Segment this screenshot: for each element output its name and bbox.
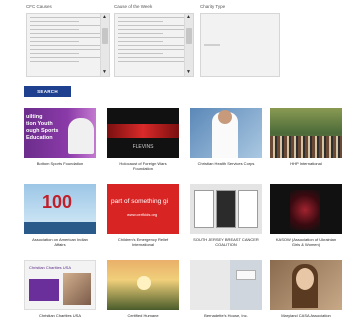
charity-card[interactable]: Christian Health Services Corps	[190, 108, 262, 166]
charity-thumbnail[interactable]: uilting tion Youth ough Sports Education	[24, 108, 96, 158]
charity-name[interactable]: Christian Health Services Corps	[186, 161, 266, 166]
cause-of-week-listbox[interactable]: ▲ ▼	[114, 13, 194, 77]
scroll-down-icon[interactable]: ▼	[102, 70, 107, 75]
charity-thumbnail[interactable]	[190, 184, 262, 234]
charity-thumbnail[interactable]: FLEVINS	[107, 108, 179, 158]
thumbnail-text: Christian Charities USA	[29, 265, 72, 270]
cfc-causes-listbox[interactable]: ▲ ▼	[26, 13, 110, 77]
cfc-causes-scrollbar[interactable]: ▲ ▼	[100, 14, 109, 76]
charity-card[interactable]: Maryland CASA Association	[270, 260, 342, 318]
charity-thumbnail[interactable]	[107, 260, 179, 310]
charity-card[interactable]: SOUTH JERSEY BREAST CANCER COALITION	[190, 184, 262, 247]
scroll-up-icon[interactable]: ▲	[102, 15, 107, 20]
cause-of-week-label: Cause of the Week	[114, 4, 153, 9]
charity-thumbnail[interactable]	[270, 184, 342, 234]
scroll-down-icon[interactable]: ▼	[186, 70, 191, 75]
charity-card[interactable]: 100 Association on American Indian Affai…	[24, 184, 96, 247]
charity-card[interactable]: uilting tion Youth ough Sports Education…	[24, 108, 96, 166]
charity-type-label: Charity Type	[200, 4, 226, 9]
thumbnail-text: uilting tion Youth ough Sports Education	[26, 114, 59, 141]
charity-thumbnail[interactable]: Christian Charities USA	[24, 260, 96, 310]
charity-card[interactable]: Christian Charities USA Christian Charit…	[24, 260, 96, 318]
search-button[interactable]: SEARCH	[24, 86, 71, 97]
charity-card[interactable]: Certified Humane	[107, 260, 179, 318]
charity-thumbnail[interactable]	[190, 260, 262, 310]
thumbnail-url: www.cerfkids.org	[127, 212, 158, 217]
cause-of-week-scrollbar[interactable]: ▲ ▼	[184, 14, 193, 76]
charity-card[interactable]: Bernadette's House, Inc.	[190, 260, 262, 318]
charity-name[interactable]: Holocaust of Foreign Wars Foundation	[103, 161, 183, 171]
filter-panel: CFC Causes ▲ ▼ Cause of the Week ▲ ▼ Cha…	[24, 4, 324, 84]
charity-thumbnail[interactable]	[190, 108, 262, 158]
thumbnail-text: FLEVINS	[132, 144, 154, 150]
charity-thumbnail[interactable]: 100	[24, 184, 96, 234]
charity-name[interactable]: Christian Charities USA	[20, 313, 100, 318]
charity-name[interactable]: Association on American Indian Affairs	[20, 237, 100, 247]
charity-type-listbox[interactable]	[200, 13, 280, 77]
charity-name[interactable]: Bernadette's House, Inc.	[186, 313, 266, 318]
charity-card[interactable]: KASOW (Association of Ukrainian Girls & …	[270, 184, 342, 247]
cfc-causes-label: CFC Causes	[26, 4, 52, 9]
charity-name[interactable]: HHP International	[266, 161, 346, 166]
charity-thumbnail[interactable]	[270, 108, 342, 158]
charity-name[interactable]: Children's Emergency Relief Internationa…	[103, 237, 183, 247]
scroll-up-icon[interactable]: ▲	[186, 15, 191, 20]
charity-card[interactable]: part of something gi www.cerfkids.org Ch…	[107, 184, 179, 247]
charity-name[interactable]: Certified Humane	[103, 313, 183, 318]
charity-thumbnail[interactable]: part of something gi www.cerfkids.org	[107, 184, 179, 234]
charity-thumbnail[interactable]	[270, 260, 342, 310]
charity-name[interactable]: KASOW (Association of Ukrainian Girls & …	[266, 237, 346, 247]
thumbnail-text: part of something gi	[111, 198, 169, 205]
thumbnail-text: 100	[42, 192, 73, 212]
charity-card[interactable]: HHP International	[270, 108, 342, 166]
charity-name[interactable]: SOUTH JERSEY BREAST CANCER COALITION	[186, 237, 266, 247]
charity-name[interactable]: Bottom Sports Foundation	[20, 161, 100, 166]
charity-card[interactable]: FLEVINS Holocaust of Foreign Wars Founda…	[107, 108, 179, 171]
charity-name[interactable]: Maryland CASA Association	[266, 313, 346, 318]
